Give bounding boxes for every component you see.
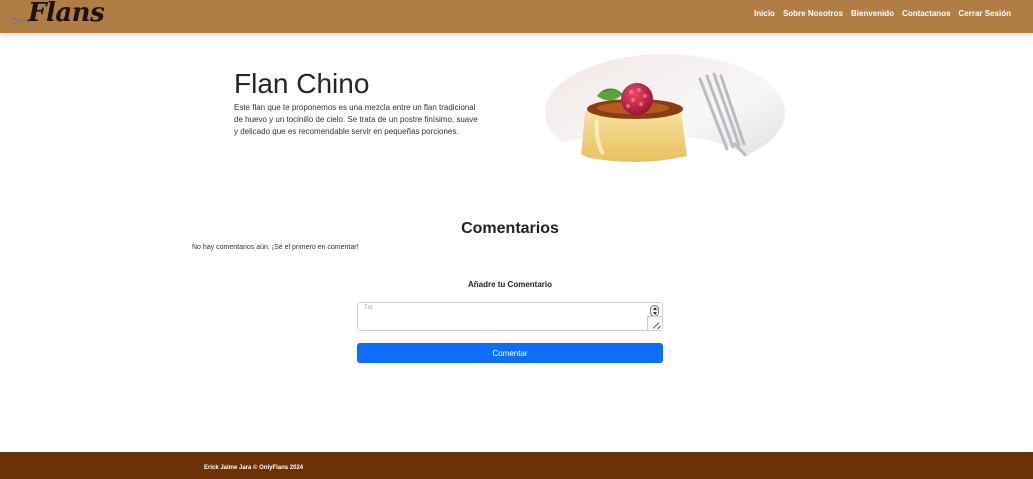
product-title: Flan Chino (234, 68, 370, 99)
navbar: Only Flans Inicio Sobre Nosotros Bienven… (0, 0, 1033, 33)
footer-copyright: Erick Jaime Jara © OnlyFlans 2024 (204, 465, 304, 471)
resize-handle-icon[interactable] (647, 316, 662, 330)
comment-input-container (357, 302, 663, 331)
comment-input[interactable] (358, 303, 648, 330)
brand-logo-script-text: Flans (28, 0, 105, 28)
nav-link-contactanos[interactable]: Contactanos (902, 9, 950, 18)
nav-links: Inicio Sobre Nosotros Bienvenido Contact… (754, 9, 1011, 18)
submit-comment-button[interactable]: Comentar (357, 343, 663, 363)
product-description: Este flan que te proponemos es una mezcl… (234, 103, 478, 136)
nav-link-bienvenido[interactable]: Bienvenido (851, 9, 894, 18)
nav-link-sobre-nosotros[interactable]: Sobre Nosotros (783, 9, 843, 18)
nav-link-cerrar-sesion[interactable]: Cerrar Sesión (959, 9, 1011, 18)
flan-photo (545, 54, 785, 171)
comments-heading: Comentarios (461, 220, 559, 237)
no-comments-message: No hay comentarios aún. ¡Sé el primero e… (192, 244, 359, 251)
footer: Erick Jaime Jara © OnlyFlans 2024 (0, 452, 1033, 479)
brand-logo[interactable]: Only Flans (10, 0, 110, 33)
add-comment-heading: Añadre tu Comentario (467, 280, 552, 289)
nav-link-inicio[interactable]: Inicio (754, 9, 775, 18)
